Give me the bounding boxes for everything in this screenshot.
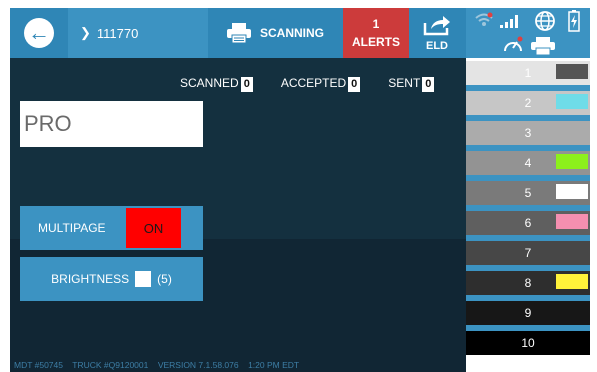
brightness-button[interactable]: BRIGHTNESS (5)	[20, 257, 203, 301]
swatch-level-2[interactable]: 2	[466, 91, 590, 121]
signal-bars-icon	[500, 15, 518, 28]
swatch-color-marker	[556, 154, 588, 169]
scanning-label: SCANNING	[259, 26, 324, 40]
share-arrow-icon	[423, 16, 450, 36]
swatch-level-7[interactable]: 7	[466, 241, 590, 271]
chevron-right-icon: ❯	[80, 25, 91, 40]
accepted-count: 0	[348, 77, 361, 92]
multipage-toggle[interactable]: ON	[126, 208, 181, 248]
alerts-button[interactable]: 1 ALERTS	[343, 8, 409, 58]
globe-icon	[535, 11, 555, 31]
swatch-level-10[interactable]: 10	[466, 331, 590, 361]
version-info: VERSION 7.1.58.076	[157, 360, 239, 370]
document-number: 111770	[96, 25, 139, 41]
swatch-color-marker	[556, 64, 588, 79]
eld-button[interactable]: ELD	[409, 8, 465, 58]
printer-icon	[226, 23, 251, 44]
sent-count: 0	[422, 77, 435, 92]
swatch-label: 9	[466, 301, 590, 325]
accepted-label: ACCEPTED	[280, 76, 347, 90]
swatch-color-marker	[556, 274, 588, 289]
wifi-icon	[475, 12, 493, 26]
scanned-stat: SCANNED 0	[180, 76, 253, 92]
back-arrow-icon: ←	[24, 18, 54, 48]
pro-number-input[interactable]	[20, 101, 203, 147]
brightness-swatch	[135, 271, 152, 287]
battery-icon	[568, 10, 580, 32]
top-bar: ← ❯ 111770 SCANNING 1 ALERTS ELD	[10, 8, 590, 58]
brightness-value: (5)	[157, 272, 172, 286]
status-icons	[466, 8, 590, 58]
swatch-color-marker	[556, 184, 588, 199]
swatch-level-1[interactable]: 1	[466, 61, 590, 91]
footer-info: MDT #50745 TRUCK #Q9120001 VERSION 7.1.5…	[14, 360, 299, 370]
swatch-color-marker	[556, 214, 588, 229]
swatch-label: 7	[466, 241, 590, 265]
document-tab[interactable]: ❯ 111770	[68, 8, 208, 58]
multipage-label: MULTIPAGE	[38, 221, 106, 235]
sent-label: SENT	[388, 76, 421, 90]
swatch-level-9[interactable]: 9	[466, 301, 590, 331]
swatch-level-4[interactable]: 4	[466, 151, 590, 181]
multipage-control: MULTIPAGE ON	[20, 206, 203, 250]
eld-label: ELD	[426, 40, 448, 52]
swatch-level-8[interactable]: 8	[466, 271, 590, 301]
swatch-color-marker	[556, 94, 588, 109]
sent-stat: SENT 0	[388, 76, 435, 92]
brightness-label: BRIGHTNESS	[51, 272, 130, 286]
truck-number: TRUCK #Q9120001	[72, 360, 149, 370]
scanned-label: SCANNED	[180, 76, 239, 90]
alerts-count: 1	[372, 17, 380, 31]
swatch-label: 10	[466, 331, 590, 355]
back-button[interactable]: ←	[10, 8, 68, 58]
swatch-level-3[interactable]: 3	[466, 121, 590, 151]
gauge-icon	[504, 36, 523, 52]
scanner-status-icon	[531, 37, 555, 56]
mdt-number: MDT #50745	[14, 360, 63, 370]
scanned-count: 0	[240, 77, 253, 92]
swatch-level-5[interactable]: 5	[466, 181, 590, 211]
clock-time: 1:20 PM EDT	[248, 360, 300, 370]
brightness-swatch-list: 1 2 3 4 5 6 7 8 9 10	[466, 58, 590, 372]
accepted-stat: ACCEPTED 0	[280, 76, 361, 92]
scan-stats: SCANNED 0 ACCEPTED 0 SENT 0	[180, 76, 435, 92]
swatch-label: 3	[466, 121, 590, 145]
swatch-level-6[interactable]: 6	[466, 211, 590, 241]
scanning-tab[interactable]: SCANNING	[208, 8, 342, 58]
alerts-label: ALERTS	[352, 35, 400, 49]
app-screen: ← ❯ 111770 SCANNING 1 ALERTS ELD SCANNED…	[10, 8, 590, 372]
